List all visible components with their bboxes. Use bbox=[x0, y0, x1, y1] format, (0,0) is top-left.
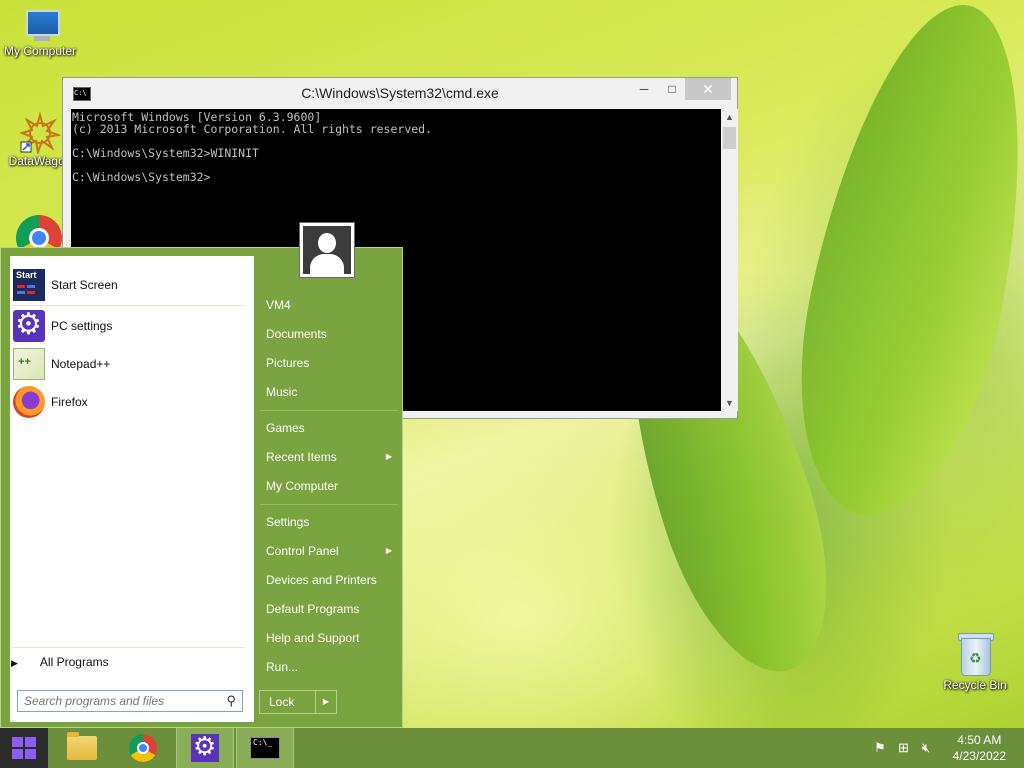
all-programs-button[interactable]: ▶ All Programs bbox=[11, 655, 109, 669]
volume-muted-icon[interactable]: 🔇︎ bbox=[922, 740, 930, 756]
vertical-scrollbar[interactable]: ▲ ▼ bbox=[721, 109, 738, 411]
maximize-button[interactable]: □ bbox=[657, 78, 687, 100]
desktop-icon-recycle-bin[interactable]: ♻ Recycle Bin bbox=[935, 632, 1015, 692]
network-icon[interactable]: ⊞ bbox=[898, 740, 909, 756]
datawagon-icon bbox=[18, 111, 62, 156]
menu-item-user[interactable]: VM4 bbox=[266, 293, 396, 317]
all-programs-label: All Programs bbox=[39, 655, 109, 669]
program-label: Notepad++ bbox=[51, 357, 111, 371]
start-screen-icon: Start bbox=[13, 269, 45, 301]
menu-item-settings[interactable]: Settings bbox=[266, 510, 396, 534]
program-label: Firefox bbox=[51, 395, 88, 409]
console-output: Microsoft Windows [Version 6.3.9600] (c)… bbox=[72, 110, 433, 184]
cmd-icon: C:\_ bbox=[250, 737, 280, 759]
separator bbox=[13, 647, 245, 648]
menu-item-documents[interactable]: Documents bbox=[266, 322, 396, 346]
windows-logo-icon bbox=[12, 737, 36, 759]
scroll-thumb[interactable] bbox=[723, 127, 736, 149]
separator bbox=[260, 504, 398, 505]
cmd-titlebar[interactable]: C:\ C:\Windows\System32\cmd.exe ─ □ ✕ bbox=[63, 78, 737, 108]
scroll-down-arrow-icon[interactable]: ▼ bbox=[721, 395, 738, 411]
lock-options-arrow-icon[interactable]: ▶ bbox=[315, 691, 336, 713]
submenu-arrow-icon: ▶ bbox=[385, 546, 392, 555]
gear-icon bbox=[191, 731, 219, 762]
program-label: PC settings bbox=[51, 319, 113, 333]
menu-item-devices-and-printers[interactable]: Devices and Printers bbox=[266, 568, 396, 592]
separator bbox=[13, 305, 245, 306]
scroll-up-arrow-icon[interactable]: ▲ bbox=[721, 109, 738, 125]
clock-time: 4:50 AM bbox=[957, 733, 1002, 747]
taskbar-chrome[interactable] bbox=[114, 728, 172, 768]
recycle-bin-icon: ♻ bbox=[957, 632, 994, 676]
action-center-flag-icon[interactable]: ⚑ bbox=[874, 740, 886, 756]
taskbar: C:\_ ⚑ ⊞ 🔇︎ 4:50 AM 4/23/2022 bbox=[0, 728, 1024, 768]
close-button[interactable]: ✕ bbox=[685, 78, 731, 100]
start-menu: Start Start Screen PC settings Notepad++… bbox=[0, 247, 403, 728]
search-input[interactable] bbox=[22, 691, 216, 711]
program-notepad-plus-plus[interactable]: Notepad++ bbox=[13, 347, 249, 381]
taskbar-pc-settings[interactable] bbox=[176, 728, 234, 768]
firefox-icon bbox=[13, 386, 45, 418]
notepad-plus-plus-icon bbox=[13, 348, 45, 380]
minimize-button[interactable]: ─ bbox=[629, 78, 659, 100]
taskbar-file-explorer[interactable] bbox=[50, 728, 108, 768]
program-pc-settings[interactable]: PC settings bbox=[13, 307, 249, 343]
menu-item-pictures[interactable]: Pictures bbox=[266, 351, 396, 375]
desktop-icon-label: My Computer bbox=[3, 44, 77, 58]
triangle-right-icon: ▶ bbox=[11, 658, 18, 668]
desktop-icon-my-computer[interactable]: My Computer bbox=[0, 10, 80, 58]
menu-item-my-computer[interactable]: My Computer bbox=[266, 474, 396, 498]
menu-item-games[interactable]: Games bbox=[266, 416, 396, 440]
menu-item-music[interactable]: Music bbox=[266, 380, 396, 404]
system-clock[interactable]: 4:50 AM 4/23/2022 bbox=[953, 732, 1006, 764]
separator bbox=[260, 410, 398, 411]
menu-item-control-panel[interactable]: Control Panel ▶ bbox=[266, 539, 396, 563]
gear-icon bbox=[13, 307, 45, 342]
lock-label: Lock bbox=[269, 695, 295, 709]
menu-item-help-and-support[interactable]: Help and Support bbox=[266, 626, 396, 650]
folder-icon bbox=[67, 732, 97, 760]
computer-icon bbox=[20, 10, 60, 42]
program-firefox[interactable]: Firefox bbox=[13, 385, 249, 419]
taskbar-cmd[interactable]: C:\_ bbox=[236, 728, 294, 768]
start-button[interactable] bbox=[0, 728, 48, 768]
lock-button[interactable]: Lock ▶ bbox=[259, 690, 337, 714]
program-start-screen[interactable]: Start Start Screen bbox=[13, 268, 249, 302]
start-menu-programs-pane: Start Start Screen PC settings Notepad++… bbox=[10, 256, 254, 722]
menu-item-recent-items[interactable]: Recent Items ▶ bbox=[266, 445, 396, 469]
wallpaper-leaf bbox=[768, 0, 1024, 535]
user-avatar[interactable] bbox=[299, 222, 355, 278]
search-icon[interactable]: ⚲ bbox=[226, 693, 236, 709]
program-label: Start Screen bbox=[51, 278, 118, 292]
menu-item-default-programs[interactable]: Default Programs bbox=[266, 597, 396, 621]
menu-item-run[interactable]: Run... bbox=[266, 655, 396, 679]
search-programs-field[interactable]: ⚲ bbox=[17, 690, 243, 712]
clock-date: 4/23/2022 bbox=[952, 749, 1006, 763]
chrome-icon bbox=[129, 734, 157, 762]
submenu-arrow-icon: ▶ bbox=[385, 452, 392, 461]
desktop-icon-label: Recycle Bin bbox=[943, 678, 1007, 692]
